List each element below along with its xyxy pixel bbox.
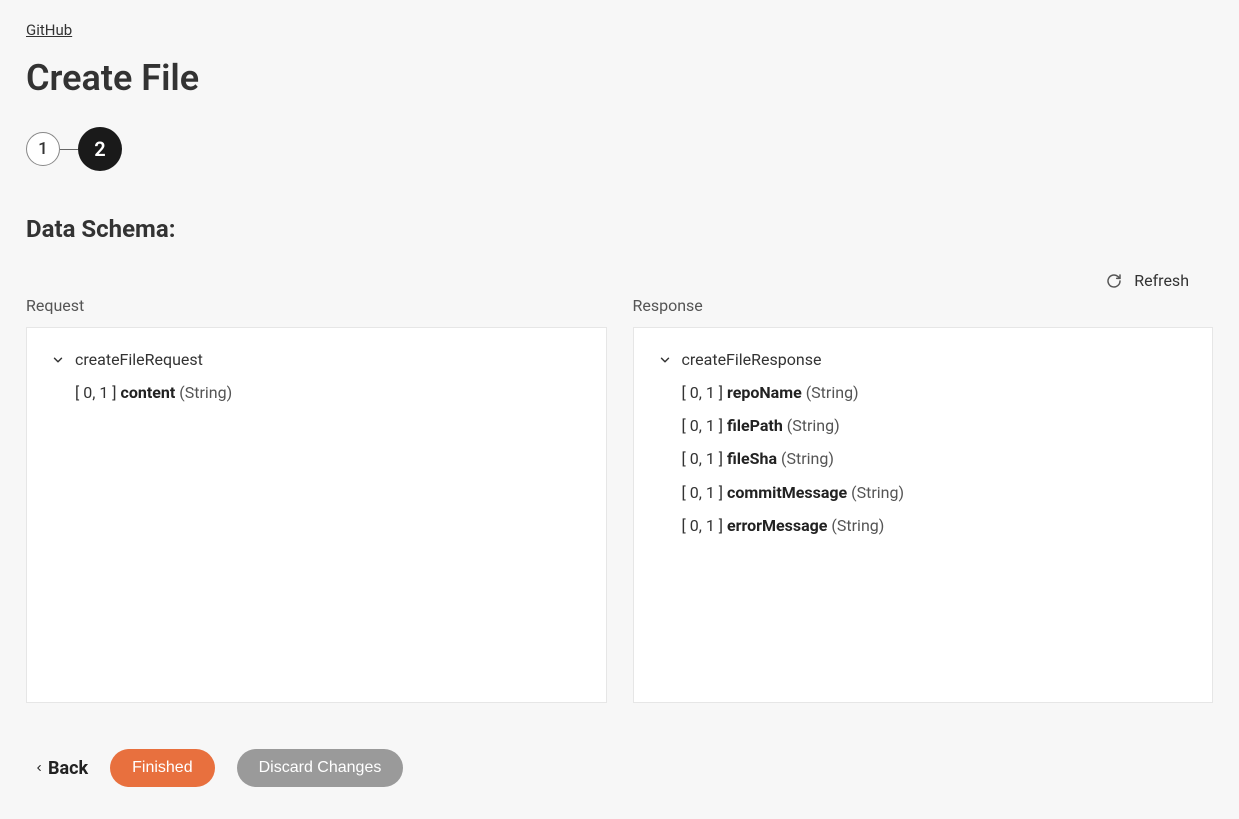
field-name: repoName [727,383,802,402]
response-column: Response createFileResponse [ 0, 1 ] rep… [633,296,1214,703]
field-name: commitMessage [727,483,847,502]
response-field: [ 0, 1 ] errorMessage (String) [682,512,1189,539]
field-name: fileSha [727,449,777,468]
step-1[interactable]: 1 [26,132,60,166]
field-name: filePath [727,416,783,435]
chevron-down-icon [51,353,65,367]
step-2[interactable]: 2 [78,127,122,171]
field-type: (String) [806,383,859,402]
chevron-down-icon [658,353,672,367]
field-name: errorMessage [727,516,827,535]
request-root-name: createFileRequest [75,350,203,369]
response-field: [ 0, 1 ] repoName (String) [682,379,1189,406]
response-root-name: createFileResponse [682,350,822,369]
breadcrumb-link[interactable]: GitHub [26,21,72,39]
field-cardinality: [ 0, 1 ] [682,449,724,468]
footer-actions: Back Finished Discard Changes [26,749,1213,787]
field-cardinality: [ 0, 1 ] [75,383,117,402]
page-title: Create File [26,57,1213,99]
field-type: (String) [787,416,840,435]
response-field: [ 0, 1 ] commitMessage (String) [682,479,1189,506]
refresh-icon[interactable] [1106,273,1122,289]
finished-button[interactable]: Finished [110,749,214,787]
request-field: [ 0, 1 ] content (String) [75,379,582,406]
request-root-toggle[interactable]: createFileRequest [51,350,582,369]
response-root-toggle[interactable]: createFileResponse [658,350,1189,369]
field-type: (String) [781,449,834,468]
request-panel: createFileRequest [ 0, 1 ] content (Stri… [26,327,607,703]
response-label: Response [633,296,1214,315]
field-cardinality: [ 0, 1 ] [682,383,724,402]
field-type: (String) [831,516,884,535]
field-type: (String) [179,383,232,402]
back-button[interactable]: Back [34,758,88,779]
section-title: Data Schema: [26,215,1213,243]
chevron-left-icon [34,761,44,775]
field-cardinality: [ 0, 1 ] [682,516,724,535]
step-connector [60,149,78,150]
refresh-button[interactable]: Refresh [1134,271,1189,290]
discard-changes-button[interactable]: Discard Changes [237,749,404,787]
request-label: Request [26,296,607,315]
stepper: 1 2 [26,127,1213,171]
field-cardinality: [ 0, 1 ] [682,416,724,435]
request-column: Request createFileRequest [ 0, 1 ] conte… [26,296,607,703]
field-cardinality: [ 0, 1 ] [682,483,724,502]
field-type: (String) [851,483,904,502]
response-field: [ 0, 1 ] filePath (String) [682,412,1189,439]
response-panel: createFileResponse [ 0, 1 ] repoName (St… [633,327,1214,703]
back-label: Back [48,758,88,779]
field-name: content [121,383,176,402]
response-field: [ 0, 1 ] fileSha (String) [682,445,1189,472]
